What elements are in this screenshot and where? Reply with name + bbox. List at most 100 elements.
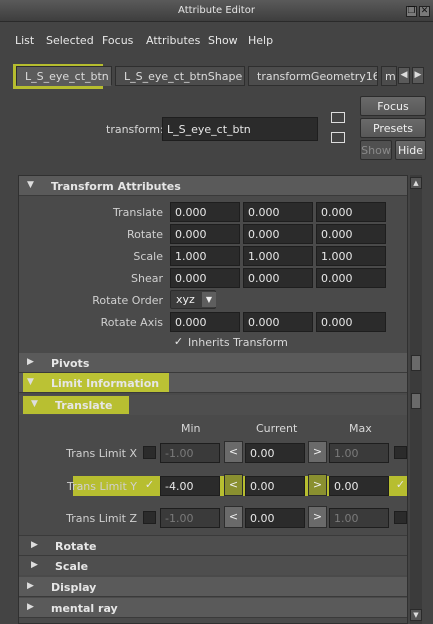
trans-limit-x-min-field[interactable]: -1.00 [160,443,220,463]
tab-geometry-node[interactable]: transformGeometry16 [248,66,378,86]
tab-shape-node[interactable]: L_S_eye_ct_btnShape [115,66,245,86]
section-label: mental ray [51,602,118,615]
expanded-icon: ▼ [27,180,34,190]
scale-z-field[interactable]: 1.000 [316,246,386,266]
expanded-icon: ▼ [27,377,34,387]
subsection-label: Rotate [55,540,97,553]
subsection-translate[interactable]: ▼ Translate [19,395,407,415]
max-column-header: Max [349,422,372,435]
node-name-field[interactable]: L_S_eye_ct_btn [162,117,318,141]
trans-limit-y-max-checkbox[interactable]: ✓ [394,479,407,492]
section-label: Limit Information [51,377,160,390]
trans-limit-z-max-field[interactable]: 1.00 [329,508,389,528]
trans-limit-z-max-checkbox[interactable] [394,511,407,524]
trans-limit-y-set-max-button[interactable]: > [308,474,327,496]
restore-icon[interactable]: ❐ [406,6,417,17]
tab-transform-node[interactable]: L_S_eye_ct_btn [16,66,112,86]
section-transform-attributes[interactable]: ▼ Transform Attributes [19,176,407,196]
shear-z-field[interactable]: 0.000 [316,268,386,288]
trans-limit-y-set-min-button[interactable]: < [224,474,243,496]
menu-attributes[interactable]: Attributes [146,34,200,47]
trans-limit-z-set-max-button[interactable]: > [308,506,327,528]
translate-label: Translate [113,206,163,219]
section-mental-ray[interactable]: ▶ mental ray [19,598,407,618]
tab-label: m [385,70,396,83]
trans-limit-x-set-min-button[interactable]: < [224,441,243,463]
trans-limit-y-min-checkbox[interactable]: ✓ [143,479,156,492]
expanded-icon: ▼ [31,399,38,409]
trans-limit-z-set-min-button[interactable]: < [224,506,243,528]
section-pivots[interactable]: ▶ Pivots [19,353,407,373]
menu-selected[interactable]: Selected [46,34,94,47]
window-title: Attribute Editor [178,5,255,16]
menu-focus[interactable]: Focus [102,34,133,47]
rotate-x-field[interactable]: 0.000 [170,224,240,244]
rotate-order-label: Rotate Order [92,294,163,307]
node-tabs: L_S_eye_ct_btn L_S_eye_ct_btnShape trans… [0,58,433,90]
node-type-label: transform: [106,123,164,136]
chevron-down-icon: ▼ [202,292,216,307]
trans-limit-x-max-field[interactable]: 1.00 [329,443,389,463]
trans-limit-z-min-field[interactable]: -1.00 [160,508,220,528]
tab-overflow[interactable]: m [381,66,397,86]
scroll-thumb-secondary[interactable] [411,393,421,409]
trans-limit-z-current-field[interactable]: 0.00 [245,508,305,528]
collapsed-icon: ▶ [31,560,38,570]
scroll-up-icon[interactable]: ▲ [410,177,422,189]
trans-limit-x-max-checkbox[interactable] [394,446,407,459]
vertical-scrollbar[interactable]: ▲ ▼ [410,175,422,624]
tab-scroll-right-icon[interactable]: ▶ [412,67,424,84]
section-display[interactable]: ▶ Display [19,577,407,597]
menu-help[interactable]: Help [248,34,273,47]
rotate-axis-y-field[interactable]: 0.000 [243,312,313,332]
section-limit-information[interactable]: ▼ Limit Information [19,373,407,393]
trans-limit-y-max-field[interactable]: 0.00 [329,476,389,496]
rotate-y-field[interactable]: 0.000 [243,224,313,244]
focus-button[interactable]: Focus [360,96,426,116]
trans-limit-y-label: Trans Limit Y [66,480,137,493]
translate-y-field[interactable]: 0.000 [243,202,313,222]
hide-button[interactable]: Hide [395,140,426,160]
inherits-transform-checkbox[interactable]: ✓ [172,336,185,349]
scroll-down-icon[interactable]: ▼ [410,609,422,621]
section-label: Display [51,581,97,594]
close-icon[interactable]: ✕ [419,6,430,17]
rotate-order-value: xyz [176,293,195,306]
rotate-z-field[interactable]: 0.000 [316,224,386,244]
tab-label: transformGeometry16 [257,70,378,83]
tab-label: L_S_eye_ct_btnShape [124,70,243,83]
trans-limit-y-min-field[interactable]: -4.00 [160,476,220,496]
trans-limit-z-min-checkbox[interactable] [143,511,156,524]
rotate-order-dropdown[interactable]: xyz ▼ [170,290,216,309]
trans-limit-x-min-checkbox[interactable] [143,446,156,459]
copy-tab-icon[interactable] [331,132,345,143]
shear-y-field[interactable]: 0.000 [243,268,313,288]
load-selected-icon[interactable] [331,112,345,123]
show-button[interactable]: Show [360,140,392,160]
shear-x-field[interactable]: 0.000 [170,268,240,288]
trans-limit-x-current-field[interactable]: 0.00 [245,443,305,463]
attribute-panel: ▼ Transform Attributes Translate 0.000 0… [18,175,408,624]
presets-button[interactable]: Presets [360,118,426,138]
trans-limit-x-set-max-button[interactable]: > [308,441,327,463]
translate-z-field[interactable]: 0.000 [316,202,386,222]
scale-x-field[interactable]: 1.000 [170,246,240,266]
menu-show[interactable]: Show [208,34,238,47]
trans-limit-y-current-field[interactable]: 0.00 [245,476,305,496]
subsection-rotate[interactable]: ▶ Rotate [19,535,407,555]
subsection-scale[interactable]: ▶ Scale [19,555,407,575]
min-column-header: Min [181,422,201,435]
section-label: Pivots [51,357,90,370]
subsection-label: Translate [55,399,113,412]
rotate-axis-z-field[interactable]: 0.000 [316,312,386,332]
menu-bar: List Selected Focus Attributes Show Help [0,22,433,58]
rotate-axis-x-field[interactable]: 0.000 [170,312,240,332]
scale-y-field[interactable]: 1.000 [243,246,313,266]
collapsed-icon: ▶ [27,602,34,612]
subsection-label: Scale [55,560,89,573]
section-label: Transform Attributes [51,180,181,193]
menu-list[interactable]: List [15,34,34,47]
translate-x-field[interactable]: 0.000 [170,202,240,222]
tab-scroll-left-icon[interactable]: ◀ [398,67,410,84]
scroll-thumb[interactable] [411,355,421,371]
